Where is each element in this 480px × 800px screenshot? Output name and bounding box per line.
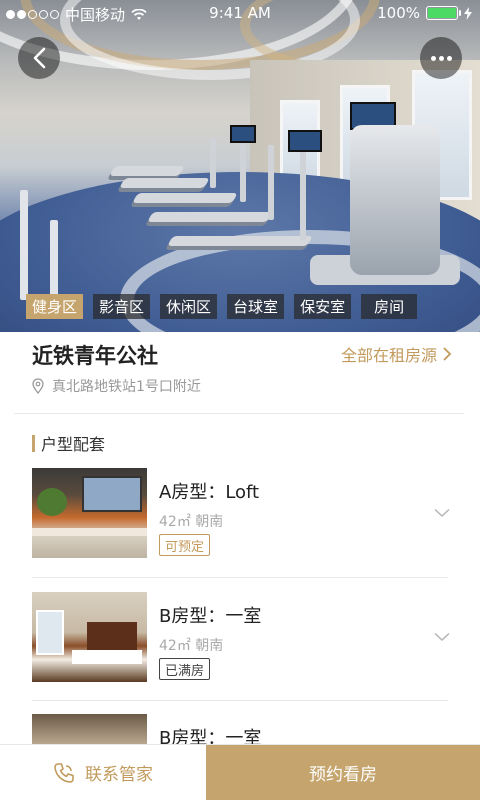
battery-icon	[426, 6, 461, 20]
room-name: B房型：一室	[159, 606, 262, 627]
back-button[interactable]	[18, 37, 60, 79]
location-pin-icon	[32, 378, 44, 394]
chevron-right-icon	[443, 347, 452, 361]
tab-security[interactable]: 保安室	[294, 294, 352, 319]
hero-image	[0, 0, 480, 332]
address-text: 真北路地铁站1号口附近	[52, 379, 201, 395]
back-arrow-icon	[33, 47, 46, 69]
battery-percent: 100%	[377, 4, 420, 22]
tab-leisure[interactable]: 休闲区	[160, 294, 218, 319]
page-title: 近铁青年公社	[32, 344, 158, 368]
room-thumbnail	[32, 592, 147, 682]
book-viewing-button[interactable]: 预约看房	[206, 745, 480, 800]
charging-bolt-icon	[464, 6, 472, 20]
chevron-down-icon[interactable]	[434, 508, 450, 518]
contact-label: 联系管家	[85, 765, 153, 785]
tab-rooms[interactable]: 房间	[361, 294, 418, 319]
room-meta: 42㎡ 朝南	[159, 514, 224, 530]
section-header: 户型配套	[32, 431, 105, 455]
more-button[interactable]	[420, 37, 462, 79]
status-badge: 已满房	[159, 658, 211, 680]
room-name: A房型：Loft	[159, 482, 260, 503]
divider	[14, 413, 464, 414]
tab-billiards[interactable]: 台球室	[227, 294, 285, 319]
status-bar: 中国移动 9:41 AM 100%	[0, 0, 480, 26]
chevron-down-icon[interactable]	[434, 632, 450, 642]
divider	[32, 577, 448, 578]
all-rooms-link[interactable]: 全部在租房源	[341, 342, 452, 366]
address-row: 真北路地铁站1号口附近	[32, 376, 201, 396]
more-dots-icon	[430, 55, 452, 61]
contact-manager-button[interactable]: 联系管家	[0, 745, 206, 800]
room-card[interactable]: A房型：Loft 42㎡ 朝南 可预定	[32, 468, 462, 578]
room-thumbnail	[32, 468, 147, 558]
status-badge: 可预定	[159, 534, 211, 556]
bottom-action-bar: 联系管家 预约看房	[0, 744, 480, 800]
divider	[32, 700, 448, 701]
facility-tabs: 健身区 影音区 休闲区 台球室 保安室 房间	[26, 294, 418, 319]
tab-fitness[interactable]: 健身区	[26, 294, 84, 319]
section-title: 户型配套	[41, 435, 106, 454]
room-card[interactable]: B房型：一室 42㎡ 朝南 已满房	[32, 592, 462, 702]
section-accent-bar	[32, 434, 35, 452]
tab-media[interactable]: 影音区	[93, 294, 151, 319]
phone-icon	[54, 762, 74, 783]
room-meta: 42㎡ 朝南	[159, 638, 224, 654]
all-rooms-label: 全部在租房源	[340, 346, 437, 365]
